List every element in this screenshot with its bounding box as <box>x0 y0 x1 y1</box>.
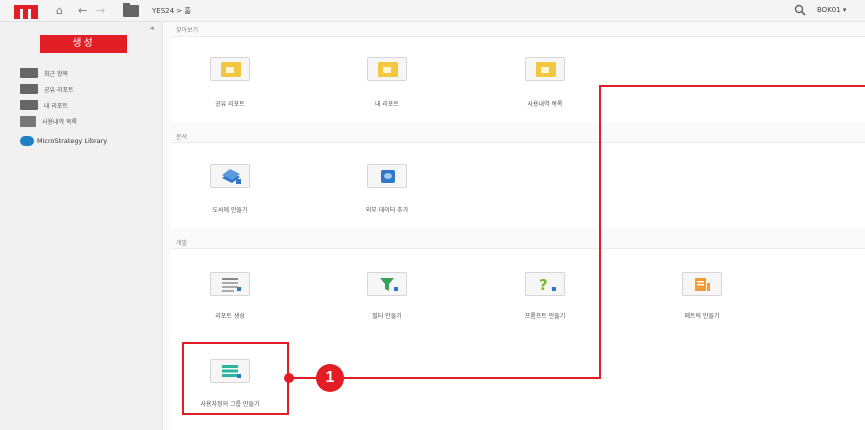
callout-connector <box>599 85 865 87</box>
my-folder-icon <box>20 100 38 110</box>
user-menu[interactable]: BOK01 ▾ <box>817 6 846 14</box>
tile-create-dossier[interactable] <box>210 164 250 188</box>
svg-text:?: ? <box>539 277 548 292</box>
report-icon <box>222 278 241 292</box>
sidebar-item-my-reports[interactable]: 내 리포트 <box>20 99 68 111</box>
sidebar-item-label: 사용내역 목록 <box>42 118 78 126</box>
sidebar-item-label: 내 리포트 <box>44 102 68 110</box>
tile-label: 메트릭 만들기 <box>684 313 720 320</box>
callout-dot <box>284 373 294 383</box>
history-folder-icon <box>536 62 556 77</box>
callout-badge: 1 <box>316 364 344 392</box>
tile-history[interactable] <box>525 57 565 81</box>
back-arrow-icon[interactable]: ← <box>78 4 87 18</box>
tile-label: 리포트 생성 <box>215 313 245 320</box>
section-title-develop: 개발 <box>176 240 188 247</box>
tile-create-report[interactable] <box>210 272 250 296</box>
collapse-sidebar-icon[interactable]: ◂ <box>150 24 154 32</box>
recent-folder-icon <box>20 68 38 78</box>
sidebar: ◂ 생성 최근 항목 공유 리포트 내 리포트 사용내역 목록 MicroStr… <box>0 22 163 430</box>
metric-icon <box>695 278 710 291</box>
tile-label: 내 리포트 <box>375 101 399 108</box>
sidebar-item-label: 공유 리포트 <box>44 86 74 94</box>
prompt-icon: ? <box>539 277 556 292</box>
tile-label: 도씨에 만들기 <box>212 207 248 214</box>
sidebar-item-recent[interactable]: 최근 항목 <box>20 67 68 79</box>
sidebar-item-label: MicroStrategy Library <box>37 137 108 145</box>
tile-label: 프롬프트 만들기 <box>524 313 566 320</box>
section-title-browse: 찾아보기 <box>176 27 199 34</box>
my-folder-icon <box>378 62 398 77</box>
sidebar-item-shared-reports[interactable]: 공유 리포트 <box>20 83 74 95</box>
home-icon[interactable]: ⌂ <box>56 4 63 18</box>
tile-my-reports[interactable] <box>367 57 407 81</box>
dossier-icon <box>222 169 241 184</box>
analysis-panel <box>171 142 865 228</box>
library-icon <box>20 136 34 146</box>
microstrategy-logo[interactable] <box>14 3 38 19</box>
callout-connector <box>599 85 601 379</box>
external-data-icon <box>381 170 395 183</box>
shared-folder-icon <box>221 62 241 77</box>
tile-add-external-data[interactable] <box>367 164 407 188</box>
tile-create-filter[interactable] <box>367 272 407 296</box>
tile-create-prompt[interactable]: ? <box>525 272 565 296</box>
create-button[interactable]: 생성 <box>40 35 127 53</box>
tile-create-metric[interactable] <box>682 272 722 296</box>
forward-arrow-icon[interactable]: → <box>96 4 105 18</box>
breadcrumb: YES24 > 홈 <box>152 7 191 15</box>
shared-folder-icon <box>20 84 38 94</box>
sidebar-item-library[interactable]: MicroStrategy Library <box>20 135 107 147</box>
page: ⌂ ← → YES24 > 홈 BOK01 ▾ ◂ 생성 최근 항목 공유 리포… <box>0 0 865 430</box>
section-title-analysis: 분석 <box>176 134 188 141</box>
tile-label: 공유 리포트 <box>215 101 245 108</box>
history-icon <box>20 115 36 127</box>
callout-connector <box>344 377 601 379</box>
top-toolbar: ⌂ ← → YES24 > 홈 BOK01 ▾ <box>0 0 865 22</box>
tile-shared-reports[interactable] <box>210 57 250 81</box>
tile-label: 외부 데이터 추가 <box>365 207 409 214</box>
search-icon[interactable] <box>794 4 806 16</box>
sidebar-item-history[interactable]: 사용내역 목록 <box>20 115 77 127</box>
tile-label: 사용내역 목록 <box>527 101 563 108</box>
folder-icon[interactable] <box>123 3 139 17</box>
tile-label: 필터 만들기 <box>372 313 402 320</box>
filter-icon <box>380 278 398 291</box>
browse-panel <box>171 36 865 122</box>
sidebar-item-label: 최근 항목 <box>44 70 68 78</box>
callout-highlight-box <box>182 342 289 415</box>
